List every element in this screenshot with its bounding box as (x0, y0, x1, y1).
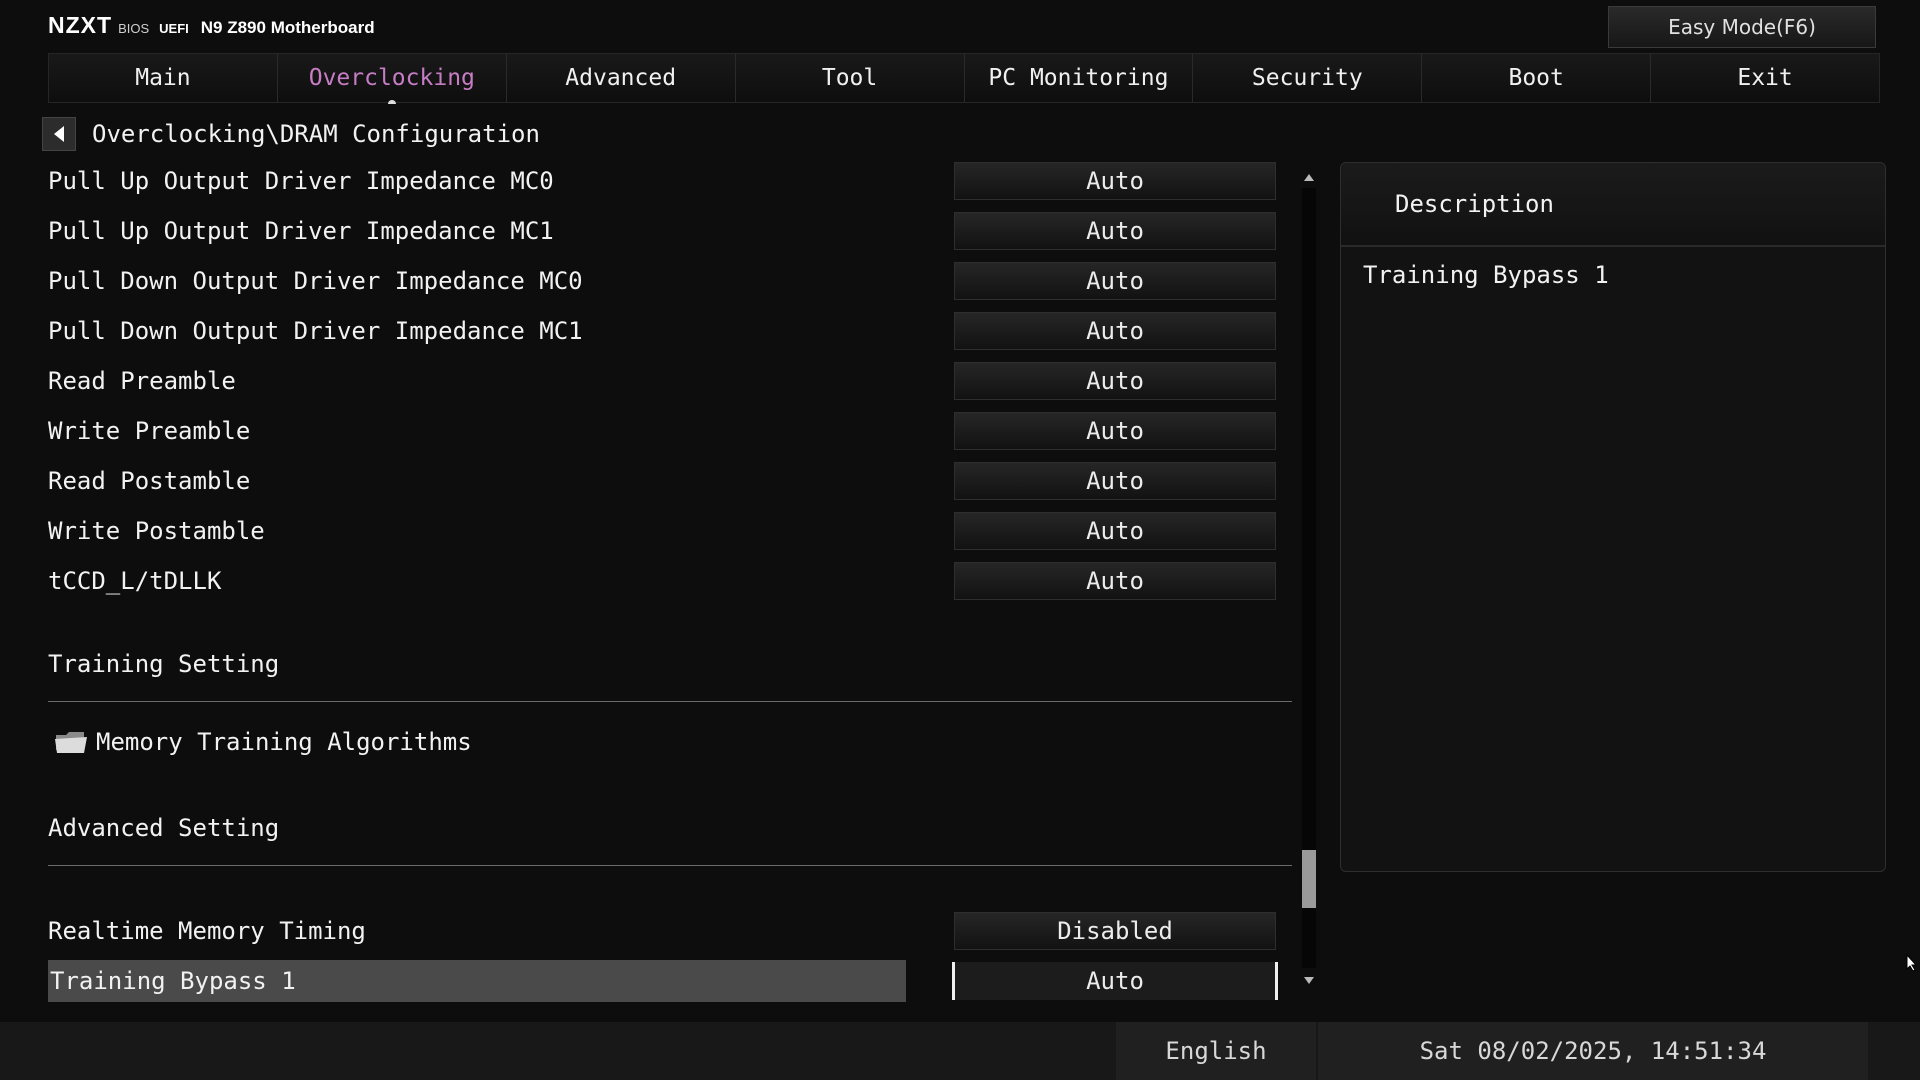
setting-label: Pull Up Output Driver Impedance MC0 (48, 167, 554, 195)
setting-value[interactable]: Auto (954, 462, 1276, 500)
setting-label: Realtime Memory Timing (48, 917, 366, 945)
setting-label: Pull Up Output Driver Impedance MC1 (48, 217, 554, 245)
tab-exit[interactable]: Exit (1651, 54, 1879, 102)
brand-logo: NZXT (48, 12, 113, 38)
setting-value[interactable]: Auto (954, 562, 1276, 600)
breadcrumb: Overclocking\DRAM Configuration (92, 120, 540, 148)
folder-icon (54, 730, 88, 754)
datetime-display: Sat 08/02/2025, 14:51:34 (1318, 1022, 1868, 1080)
brand: NZXT BIOS UEFI N9 Z890 Motherboard (48, 12, 375, 42)
mouse-cursor-icon (1906, 953, 1918, 976)
setting-value[interactable]: Auto (954, 412, 1276, 450)
setting-row[interactable]: Pull Up Output Driver Impedance MC1 Auto (48, 210, 1290, 252)
setting-row[interactable]: Read Preamble Auto (48, 360, 1290, 402)
scroll-thumb[interactable] (1302, 850, 1316, 908)
setting-label: Write Preamble (48, 417, 251, 445)
setting-row[interactable]: tCCD_L/tDLLK Auto (48, 560, 1290, 602)
setting-label: Write Postamble (48, 517, 265, 545)
brand-bios: BIOS (118, 21, 150, 36)
section-title-training: Training Setting (48, 650, 280, 678)
tab-overclocking[interactable]: Overclocking (277, 54, 507, 104)
section-title-advanced: Advanced Setting (48, 814, 280, 842)
language-selector[interactable]: English (1116, 1022, 1316, 1080)
description-panel: Description Training Bypass 1 (1340, 162, 1886, 872)
section-divider (48, 865, 1292, 866)
setting-row-training-bypass-1[interactable]: Training Bypass 1 Auto (48, 960, 1290, 1002)
description-text: Training Bypass 1 (1363, 261, 1609, 289)
breadcrumb-row: Overclocking\DRAM Configuration (42, 116, 540, 152)
setting-value[interactable]: Auto (952, 962, 1278, 1000)
tab-security[interactable]: Security (1193, 54, 1423, 102)
setting-value[interactable]: Auto (954, 212, 1276, 250)
brand-model: N9 Z890 Motherboard (200, 18, 375, 37)
setting-label: Training Bypass 1 (48, 960, 906, 1002)
tab-pc-monitoring[interactable]: PC Monitoring (964, 54, 1194, 102)
submenu-label: Memory Training Algorithms (96, 728, 472, 756)
tab-main[interactable]: Main (49, 54, 278, 102)
setting-value[interactable]: Auto (954, 512, 1276, 550)
setting-value[interactable]: Disabled (954, 912, 1276, 950)
scroll-down-arrow-icon[interactable] (1304, 977, 1314, 984)
easy-mode-button[interactable]: Easy Mode(F6) (1608, 6, 1876, 48)
setting-value[interactable]: Auto (954, 312, 1276, 350)
setting-value[interactable]: Auto (954, 162, 1276, 200)
setting-label: tCCD_L/tDLLK (48, 567, 222, 595)
setting-label: Pull Down Output Driver Impedance MC0 (48, 267, 583, 295)
setting-label: Read Postamble (48, 467, 251, 495)
setting-row[interactable]: Pull Up Output Driver Impedance MC0 Auto (48, 160, 1290, 202)
tab-tool[interactable]: Tool (735, 54, 965, 102)
brand-uefi: UEFI (159, 21, 189, 36)
status-bar: English Sat 08/02/2025, 14:51:34 (0, 1022, 1920, 1080)
scrollbar[interactable] (1298, 168, 1320, 986)
setting-row[interactable]: Pull Down Output Driver Impedance MC0 Au… (48, 260, 1290, 302)
scroll-up-arrow-icon[interactable] (1304, 174, 1314, 181)
setting-value[interactable]: Auto (954, 362, 1276, 400)
setting-row-realtime-memory-timing[interactable]: Realtime Memory Timing Disabled (48, 910, 1290, 952)
setting-row[interactable]: Write Preamble Auto (48, 410, 1290, 452)
submenu-memory-training-algorithms[interactable]: Memory Training Algorithms (54, 724, 472, 760)
setting-row[interactable]: Pull Down Output Driver Impedance MC1 Au… (48, 310, 1290, 352)
setting-label: Read Preamble (48, 367, 236, 395)
setting-label: Pull Down Output Driver Impedance MC1 (48, 317, 583, 345)
description-header: Description (1341, 163, 1885, 247)
tab-boot[interactable]: Boot (1422, 54, 1652, 102)
setting-row[interactable]: Read Postamble Auto (48, 460, 1290, 502)
setting-value[interactable]: Auto (954, 262, 1276, 300)
tab-advanced[interactable]: Advanced (506, 54, 736, 102)
section-divider (48, 701, 1292, 702)
back-button[interactable] (42, 117, 76, 151)
back-arrow-icon (54, 126, 64, 142)
setting-row[interactable]: Write Postamble Auto (48, 510, 1290, 552)
main-tabs: Main Overclocking Advanced Tool PC Monit… (48, 53, 1880, 104)
